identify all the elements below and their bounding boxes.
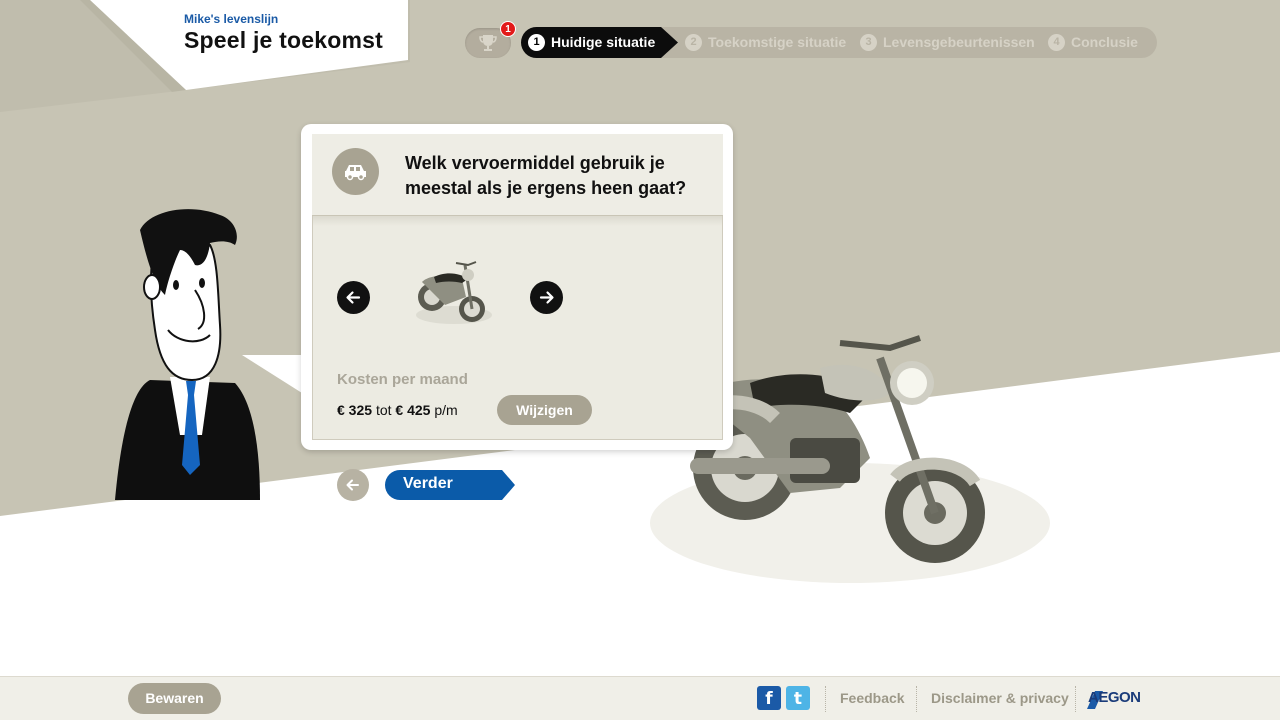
app-subtitle: Mike's levenslijn <box>184 12 279 26</box>
step-toekomstige-situatie[interactable]: 2 Toekomstige situatie <box>685 34 846 51</box>
arrow-left-icon <box>346 479 359 491</box>
question-text: Welk vervoermiddel gebruik je meestal al… <box>405 153 687 198</box>
divider <box>1075 686 1076 712</box>
divider <box>825 686 826 712</box>
aegon-logo[interactable]: AEGON <box>1088 689 1141 706</box>
motorbike-option-image <box>416 261 492 324</box>
cost-to: € 425 <box>395 402 431 418</box>
arrow-left-icon <box>346 291 361 304</box>
previous-option-button[interactable] <box>337 281 370 314</box>
progress-steps: 1 Huidige situatie 2 Toekomstige situatie … <box>521 27 1157 58</box>
step-number: 1 <box>528 34 545 51</box>
next-button[interactable]: Verder <box>385 470 515 500</box>
step-label: Huidige situatie <box>551 34 656 50</box>
save-button[interactable]: Bewaren <box>128 683 221 714</box>
step-levensgebeurtenissen[interactable]: 3 Levensgebeurtenissen <box>860 34 1035 51</box>
cost-tot: tot <box>375 402 392 418</box>
step-number: 3 <box>860 34 877 51</box>
cost-label: Kosten per maand <box>337 371 468 388</box>
notification-badge: 1 <box>500 21 516 37</box>
divider <box>916 686 917 712</box>
character-illustration <box>115 209 302 500</box>
change-button[interactable]: Wijzigen <box>497 395 592 425</box>
feedback-link[interactable]: Feedback <box>840 690 905 706</box>
back-button[interactable] <box>337 469 369 501</box>
twitter-glyph: t <box>793 689 803 709</box>
cost-range: € 325 tot € 425 p/m <box>337 402 458 418</box>
facebook-glyph: f <box>765 689 773 709</box>
app-title: Speel je toekomst <box>184 27 383 53</box>
twitter-icon[interactable]: t <box>786 686 810 710</box>
cost-unit: p/m <box>434 402 458 418</box>
disclaimer-privacy-link[interactable]: Disclaimer & privacy <box>931 690 1069 706</box>
step-huidige-situatie[interactable]: 1 Huidige situatie <box>528 34 655 51</box>
step-label: Conclusie <box>1071 34 1138 50</box>
arrow-right-icon <box>539 291 554 304</box>
step-conclusie[interactable]: 4 Conclusie <box>1048 34 1138 51</box>
car-icon <box>345 165 366 181</box>
cost-from: € 325 <box>337 402 373 418</box>
trophy-icon <box>479 35 497 51</box>
question-category-icon <box>332 148 379 195</box>
next-option-button[interactable] <box>530 281 563 314</box>
step-label: Toekomstige situatie <box>708 34 847 50</box>
facebook-icon[interactable]: f <box>757 686 781 710</box>
step-number: 4 <box>1048 34 1065 51</box>
step-label: Levensgebeurtenissen <box>883 34 1035 50</box>
header-shadow <box>313 216 722 226</box>
step-number: 2 <box>685 34 702 51</box>
next-button-label: Verder <box>403 475 453 492</box>
